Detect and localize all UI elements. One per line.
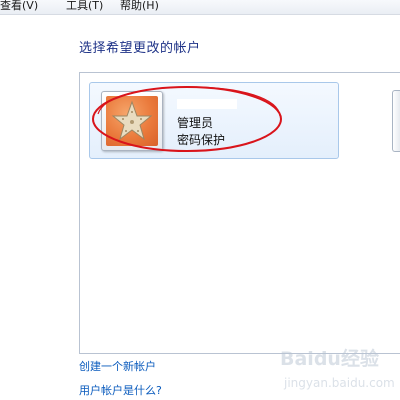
menu-view[interactable]: 查看(V) <box>0 0 38 13</box>
menu-bar: 查看(V) 工具(T) 帮助(H) <box>0 0 400 15</box>
account-tile-partial[interactable] <box>392 90 400 152</box>
account-status: 密码保护 <box>177 133 226 147</box>
redacted-username <box>177 99 237 109</box>
menu-help[interactable]: 帮助(H) <box>120 0 159 13</box>
starfish-icon <box>106 96 158 146</box>
account-name: 管理员 <box>177 116 214 130</box>
avatar <box>101 91 163 151</box>
accounts-panel: 管理员 密码保护 <box>79 72 400 354</box>
create-account-link[interactable]: 创建一个新帐户 <box>79 358 156 374</box>
what-is-user-account-link[interactable]: 用户帐户是什么? <box>79 382 162 398</box>
account-tile-admin[interactable]: 管理员 密码保护 <box>89 82 339 159</box>
page-title: 选择希望更改的帐户 <box>79 41 201 56</box>
user-accounts-window: 查看(V) 工具(T) 帮助(H) 选择希望更改的帐户 管理员 密码保护 创建一… <box>0 0 400 400</box>
watermark-url: jingyan.baidu.com <box>284 376 395 390</box>
menu-tools[interactable]: 工具(T) <box>66 0 103 13</box>
